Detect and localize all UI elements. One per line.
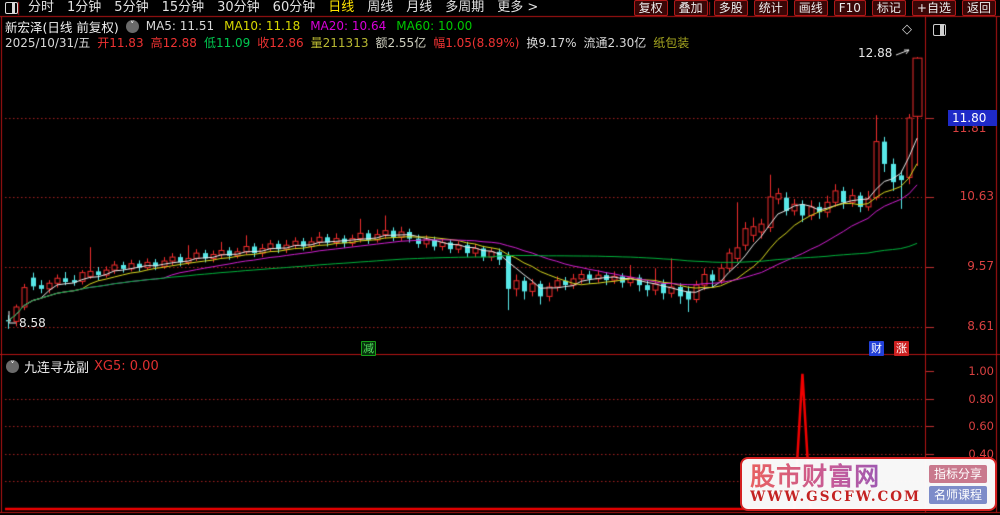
watermark: 股市财富网 WWW.GSCFW.COM 指标分享名师课程 xyxy=(740,457,997,511)
toolbar-button[interactable]: F10 xyxy=(833,0,866,16)
ma-value: MA10: 11.18 xyxy=(224,19,301,33)
period-toolbar: 分时 1分钟 5分钟 15分钟 30分钟 60分钟 日线 周线 月线 多周期 更多 > 复权 叠加 多股… xyxy=(0,0,1000,16)
candlestick-chart-canvas[interactable] xyxy=(0,0,1000,515)
indicator-header: ˅ 九连寻龙副 XG5: 0.00 xyxy=(6,357,159,376)
period-tab[interactable]: 30分钟 xyxy=(217,0,260,16)
info-field: 换9.17% xyxy=(526,35,577,50)
toolbar-button[interactable]: 画线 xyxy=(793,0,828,16)
period-tab[interactable]: 5分钟 xyxy=(114,0,148,16)
toolbar-button[interactable]: 返回 xyxy=(961,0,996,16)
window-split-icon[interactable] xyxy=(933,24,946,36)
period-tab[interactable]: 60分钟 xyxy=(273,0,316,16)
info-field: 流通2.30亿 xyxy=(583,35,647,50)
chevron-down-icon[interactable]: ˅ xyxy=(125,19,139,33)
period-tabs: 分时 1分钟 5分钟 15分钟 30分钟 60分钟 日线 周线 月线 多周期 更多 > xyxy=(28,0,538,16)
info-field: 2025/10/31/五 xyxy=(5,35,91,50)
period-tab[interactable]: 15分钟 xyxy=(162,0,205,16)
period-tab[interactable]: 日线 xyxy=(328,0,354,16)
info-field: 量211313 xyxy=(310,35,369,50)
info-field: 额2.55亿 xyxy=(375,35,427,50)
ohlc-info-row: 2025/10/31/五 开11.83 高12.88 低11.09 收12.86 量211… xyxy=(5,35,690,50)
watermark-tags: 指标分享 名师课程 xyxy=(928,464,987,504)
layout-split-icon[interactable] xyxy=(5,2,18,14)
period-tab[interactable]: 月线 xyxy=(406,0,432,16)
ma-value: MA60: 10.00 xyxy=(396,19,473,33)
watermark-tag: 名师课程 xyxy=(928,485,987,504)
toolbar-button[interactable]: 叠加 xyxy=(673,0,708,16)
indicator-name: 九连寻龙副 xyxy=(24,361,90,376)
diamond-icon[interactable]: ◇ xyxy=(902,22,912,37)
toolbar-button[interactable]: 标记 xyxy=(871,0,906,16)
toolbar-button[interactable]: +自选 xyxy=(911,0,956,16)
toolbar-button[interactable]: 多股 xyxy=(713,0,748,16)
info-field: 幅1.05(8.89%) xyxy=(433,35,520,50)
indicator-value: XG5: 0.00 xyxy=(94,359,159,374)
toolbar-button[interactable]: 复权 xyxy=(633,0,668,16)
toolbar-buttons: 复权 叠加 多股 统计 画线 F10 标记 +自选 返回 xyxy=(633,0,996,16)
ma-value: MA20: 10.64 xyxy=(310,19,387,33)
info-field: 高12.88 xyxy=(150,35,197,50)
period-tab[interactable]: 1分钟 xyxy=(67,0,101,16)
watermark-tag: 指标分享 xyxy=(928,464,987,483)
period-tab[interactable]: 周线 xyxy=(367,0,393,16)
watermark-title: 股市财富网 xyxy=(750,463,921,490)
info-field: 纸包装 xyxy=(653,35,690,50)
period-tab[interactable]: 多周期 xyxy=(445,0,484,16)
info-field: 收12.86 xyxy=(257,35,304,50)
period-tab[interactable]: 分时 xyxy=(28,0,54,16)
toolbar-button[interactable]: 统计 xyxy=(753,0,788,16)
info-field: 开11.83 xyxy=(97,35,144,50)
chevron-down-icon[interactable]: ˅ xyxy=(6,360,19,373)
stock-app-window: 分时 1分钟 5分钟 15分钟 30分钟 60分钟 日线 周线 月线 多周期 更多 > 复权 叠加 多股… xyxy=(0,0,1000,515)
period-tab[interactable]: 更多 > xyxy=(497,0,538,16)
watermark-url: WWW.GSCFW.COM xyxy=(750,489,921,505)
info-field: 低11.09 xyxy=(203,35,251,50)
ma-value: MA5: 11.51 xyxy=(145,19,215,33)
stock-info-row: 新宏泽(日线 前复权) ˅ MA5: 11.51 MA10: 11.18 MA20:… xyxy=(5,19,473,35)
ma-values: MA5: 11.51 MA10: 11.18 MA20: 10.64 MA60: 10… xyxy=(146,19,473,33)
